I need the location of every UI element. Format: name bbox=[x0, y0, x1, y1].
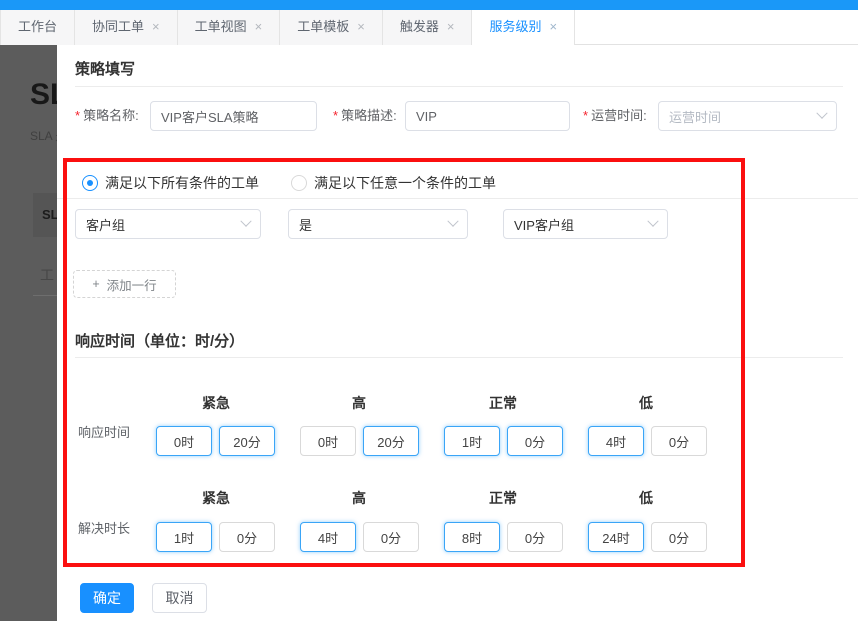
response-urgent-min-input[interactable] bbox=[219, 426, 275, 456]
background-tab-label: SL bbox=[42, 207, 57, 222]
tab-label: 服务级别 bbox=[489, 19, 541, 34]
divider bbox=[57, 198, 858, 199]
radio-any-condition[interactable] bbox=[291, 175, 307, 191]
resolve-urgent-hour-input[interactable] bbox=[156, 522, 212, 552]
sla-section-title: 响应时间（单位：时/分） bbox=[75, 330, 244, 351]
priority-header-normal: 正常 bbox=[463, 488, 543, 508]
policy-name-input[interactable] bbox=[150, 101, 317, 131]
add-row-button[interactable]: + 添加一行 bbox=[73, 270, 176, 298]
resolve-urgent-min-input[interactable] bbox=[219, 522, 275, 552]
radio-all-label[interactable]: 满足以下所有条件的工单 bbox=[105, 173, 259, 193]
sla-policy-panel: 策略填写 *策略名称: *策略描述: *运营时间: 运营时间 满足以下所有条件的… bbox=[57, 45, 858, 621]
chevron-down-icon bbox=[447, 216, 458, 227]
tab-label: 工单模板 bbox=[297, 19, 349, 34]
tab-collab-ticket[interactable]: 协同工单 × bbox=[75, 10, 178, 45]
tab-bar: 工作台 协同工单 × 工单视图 × 工单模板 × 触发器 × 服务级别 × bbox=[0, 10, 858, 45]
resolve-low-min-input[interactable] bbox=[651, 522, 707, 552]
resolve-high-hour-input[interactable] bbox=[300, 522, 356, 552]
priority-header-high: 高 bbox=[319, 488, 399, 508]
tab-label: 触发器 bbox=[400, 19, 439, 34]
background-page-dimmed: SL SLA 是 SL 工 bbox=[0, 45, 57, 621]
resolve-time-row-label: 解决时长 bbox=[78, 518, 130, 537]
response-normal-min-input[interactable] bbox=[507, 426, 563, 456]
close-icon[interactable]: × bbox=[255, 19, 263, 34]
tab-label: 工作台 bbox=[18, 19, 57, 34]
panel-title: 策略填写 bbox=[75, 58, 135, 79]
tab-trigger[interactable]: 触发器 × bbox=[383, 10, 473, 45]
condition-value-select[interactable]: VIP客户组 bbox=[503, 209, 668, 239]
priority-header-urgent: 紧急 bbox=[176, 488, 256, 508]
background-page-tab: SL bbox=[33, 193, 57, 237]
condition-match-radios: 满足以下所有条件的工单 满足以下任意一个条件的工单 bbox=[82, 173, 496, 193]
app-root: 工作台 协同工单 × 工单视图 × 工单模板 × 触发器 × 服务级别 × SL SLA … bbox=[0, 0, 858, 621]
close-icon[interactable]: × bbox=[549, 19, 557, 34]
tab-ticket-template[interactable]: 工单模板 × bbox=[280, 10, 383, 45]
confirm-button[interactable]: 确定 bbox=[80, 583, 134, 613]
chevron-down-icon bbox=[816, 108, 827, 119]
background-divider bbox=[33, 295, 57, 296]
priority-header-low: 低 bbox=[606, 393, 686, 413]
close-icon[interactable]: × bbox=[152, 19, 160, 34]
priority-header-urgent: 紧急 bbox=[176, 393, 256, 413]
condition-field-select[interactable]: 客户组 bbox=[75, 209, 261, 239]
policy-name-label: *策略名称: bbox=[75, 101, 139, 131]
response-normal-hour-input[interactable] bbox=[444, 426, 500, 456]
top-accent-bar bbox=[0, 0, 858, 10]
select-placeholder: 运营时间 bbox=[669, 107, 818, 126]
priority-header-high: 高 bbox=[319, 393, 399, 413]
cancel-button[interactable]: 取消 bbox=[152, 583, 207, 613]
response-low-min-input[interactable] bbox=[651, 426, 707, 456]
response-urgent-hour-input[interactable] bbox=[156, 426, 212, 456]
required-mark: * bbox=[333, 108, 338, 123]
required-mark: * bbox=[75, 108, 80, 123]
condition-operator-select[interactable]: 是 bbox=[288, 209, 468, 239]
divider bbox=[75, 86, 843, 87]
divider bbox=[75, 357, 843, 358]
policy-desc-input[interactable] bbox=[405, 101, 570, 131]
required-mark: * bbox=[583, 108, 588, 123]
close-icon[interactable]: × bbox=[447, 19, 455, 34]
policy-desc-label: *策略描述: bbox=[333, 101, 397, 131]
priority-header-normal: 正常 bbox=[463, 393, 543, 413]
radio-any-label[interactable]: 满足以下任意一个条件的工单 bbox=[314, 173, 496, 193]
response-high-min-input[interactable] bbox=[363, 426, 419, 456]
resolve-normal-hour-input[interactable] bbox=[444, 522, 500, 552]
operating-time-select[interactable]: 运营时间 bbox=[658, 101, 837, 131]
tab-label: 工单视图 bbox=[195, 19, 247, 34]
chevron-down-icon bbox=[240, 216, 251, 227]
resolve-high-min-input[interactable] bbox=[363, 522, 419, 552]
resolve-low-hour-input[interactable] bbox=[588, 522, 644, 552]
tab-workbench[interactable]: 工作台 bbox=[0, 10, 75, 45]
background-page-title: SL bbox=[30, 78, 57, 112]
background-page-subtitle: SLA 是 bbox=[30, 127, 57, 144]
response-low-hour-input[interactable] bbox=[588, 426, 644, 456]
response-high-hour-input[interactable] bbox=[300, 426, 356, 456]
chevron-down-icon bbox=[647, 216, 658, 227]
operating-time-label: *运营时间: bbox=[583, 101, 647, 131]
close-icon[interactable]: × bbox=[357, 19, 365, 34]
tab-service-level[interactable]: 服务级别 × bbox=[472, 10, 575, 46]
background-table-cell: 工 bbox=[40, 265, 54, 285]
resolve-normal-min-input[interactable] bbox=[507, 522, 563, 552]
priority-header-low: 低 bbox=[606, 488, 686, 508]
radio-all-conditions[interactable] bbox=[82, 175, 98, 191]
plus-icon: + bbox=[92, 277, 99, 291]
tab-ticket-view[interactable]: 工单视图 × bbox=[178, 10, 281, 45]
response-time-row-label: 响应时间 bbox=[78, 422, 130, 441]
tab-label: 协同工单 bbox=[92, 19, 144, 34]
add-row-label: 添加一行 bbox=[107, 275, 157, 294]
